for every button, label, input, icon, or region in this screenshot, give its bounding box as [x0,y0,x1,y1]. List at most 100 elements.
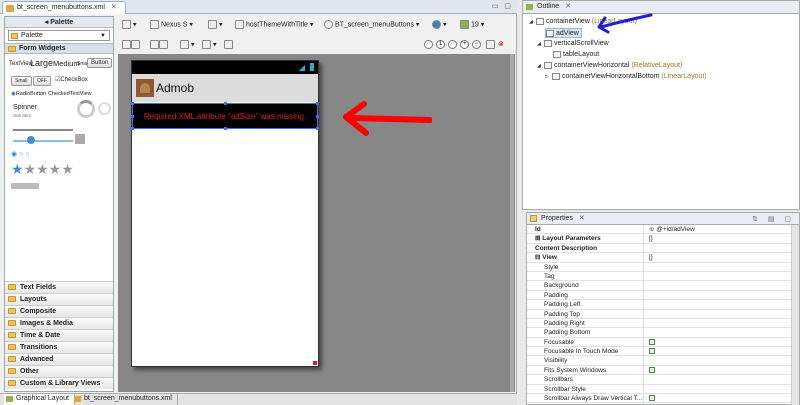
property-row[interactable]: ⊟ View [] [527,253,799,263]
widget-medium-text[interactable]: Medium [53,59,80,68]
property-row[interactable]: Tag [527,271,799,282]
locale-dropdown[interactable]: ▾ [432,20,446,29]
zoom-in-icon[interactable]: + [460,40,469,49]
property-row[interactable]: Padding Bottom [527,328,799,338]
category-advanced[interactable]: Advanced [5,353,113,365]
property-value[interactable] [646,338,799,347]
resize-handle[interactable] [224,102,227,105]
tree-node-tablelayout[interactable]: tableLayout [553,50,599,60]
widget-seekbar-thumb[interactable] [27,136,35,144]
resize-handle[interactable] [316,127,319,130]
tree-node-containerviewhorizontalbottom[interactable]: ▷ containerViewHorizontalBottom (LinearLa… [545,72,707,82]
orientation-dropdown[interactable]: ▾ [208,20,222,29]
category-text-fields[interactable]: Text Fields [5,281,113,293]
tree-node-containerviewhorizontal[interactable]: ◢ containerViewHorizontal (RelativeLayout… [537,61,682,71]
category-form-widgets[interactable]: Form Widgets [5,43,113,54]
window-controls-icon[interactable]: ▭ ▢ [492,2,513,10]
properties-toolbar-icons[interactable]: ⇅ ▤ ▢ [752,214,795,225]
property-row[interactable]: Padding Left [527,300,799,310]
widget-quickcontact[interactable] [75,134,85,144]
properties-scrollbar[interactable] [791,225,799,405]
resize-handle[interactable] [316,115,319,118]
widget-button[interactable]: Button [87,58,113,68]
widget-checkbox[interactable]: ☑CheckBox [55,76,88,83]
widget-switch[interactable] [11,183,39,189]
widget-progress-large[interactable] [77,100,95,118]
zoom-out-icon[interactable]: − [472,40,481,49]
expand-icon[interactable]: ◢ [537,61,544,71]
property-value[interactable]: ⊕ @+id/adView [646,225,799,234]
property-row[interactable]: Focusable [527,337,799,348]
property-row[interactable]: Padding [527,290,799,301]
tab-xml-source[interactable]: bt_screen_menubuttons.xml [72,394,178,405]
property-row[interactable]: Fits System Windows [527,365,799,376]
palette-header[interactable]: ◂ Palette [5,17,113,28]
resize-handle[interactable] [131,115,134,118]
property-row[interactable]: ⊞ Layout Parameters [] [527,234,799,244]
tree-node-verticalscrollview[interactable]: ◢ verticalScrollView [537,39,609,49]
close-icon[interactable]: ✕ [579,215,585,222]
property-row[interactable]: Content Description [527,243,799,254]
property-value[interactable] [646,394,799,403]
widget-progress-horizontal[interactable] [13,129,73,131]
category-composite[interactable]: Composite [5,305,113,317]
category-other[interactable]: Other [5,365,113,377]
resize-handle[interactable] [224,127,227,130]
category-time-date[interactable]: Time & Date [5,329,113,341]
tree-node-adview[interactable]: adView [545,28,582,38]
property-row[interactable]: Scrollbars [527,375,799,385]
widget-spinner[interactable]: Spinner [13,104,37,111]
checkbox-icon[interactable] [649,338,655,345]
zoom-100-icon[interactable]: ◌ [448,40,457,49]
resize-handle[interactable] [316,102,319,105]
adview-selected[interactable]: Required XML attribute "adSize" was miss… [131,102,319,130]
config-file-dropdown[interactable]: ▾ [122,20,136,29]
device-dropdown[interactable]: Nexus S ▾ [150,20,193,29]
api-level-dropdown[interactable]: 19 ▾ [460,20,484,29]
resize-handle[interactable] [131,127,134,130]
category-layouts[interactable]: Layouts [5,293,113,305]
canvas-scrollbar[interactable] [510,54,514,392]
palette-selector[interactable]: Palette ▼ [8,30,110,41]
property-row[interactable]: Visibility [527,356,799,366]
close-icon[interactable]: ✕ [111,4,117,11]
theme-dropdown[interactable]: hostThemeWithTitle ▾ [235,20,313,29]
property-value[interactable] [646,347,799,356]
tab-graphical-layout[interactable]: Graphical Layout [4,394,75,405]
editor-tab-file[interactable]: bt_screen_menubuttons.xml ✕ [2,1,126,14]
widget-small-button[interactable]: Small [11,76,32,86]
property-row[interactable]: Focusable In Touch Mode [527,347,799,357]
property-row[interactable]: Scrollbar Style [527,384,799,395]
property-value[interactable]: [] [646,253,799,262]
activity-dropdown[interactable]: BT_screen_menuButtons ▾ [324,20,419,29]
property-row[interactable]: Style [527,262,799,272]
category-transitions[interactable]: Transitions [5,341,113,353]
checkbox-icon[interactable] [649,395,655,402]
widget-progress-normal[interactable] [98,102,111,115]
distribute-icon[interactable] [224,40,233,49]
layout-mode-icon[interactable] [122,40,140,49]
category-images-media[interactable]: Images & Media [5,317,113,329]
category-custom-library-views[interactable]: Custom & Library Views [5,377,113,389]
resize-handle[interactable] [131,102,134,105]
property-row[interactable]: Padding Top [527,309,799,319]
widget-checked-textview[interactable]: CheckedTextView [48,91,92,97]
expand-icon[interactable]: ◢ [529,17,536,27]
property-row[interactable]: Id ⊕ @+id/adView [527,225,799,235]
property-row[interactable]: Background [527,281,799,291]
widget-rating-bar[interactable]: ★★★★★ [11,161,74,178]
property-value[interactable]: [] [646,234,799,243]
checkbox-icon[interactable] [649,367,655,374]
property-row[interactable]: Padding Right [527,318,799,329]
collapse-icon[interactable]: ▷ [545,72,552,82]
fill-icon[interactable] [150,40,168,49]
widget-radio-group[interactable]: ◉○○ [11,150,32,158]
property-row[interactable]: Scrollbar Always Draw Vertical T... [527,394,799,404]
widget-radio-button[interactable]: ◉RadioButton [11,91,46,97]
gravity-dropdown[interactable]: ▾ [202,40,216,49]
design-canvas[interactable]: ◢ Admob Required XML attribute "adSize" … [118,54,515,392]
error-icon[interactable]: ⊗ [498,40,504,48]
checkbox-icon[interactable] [649,348,655,355]
margins-dropdown[interactable]: ▾ [180,40,194,49]
widget-large-text[interactable]: Large [30,58,53,68]
